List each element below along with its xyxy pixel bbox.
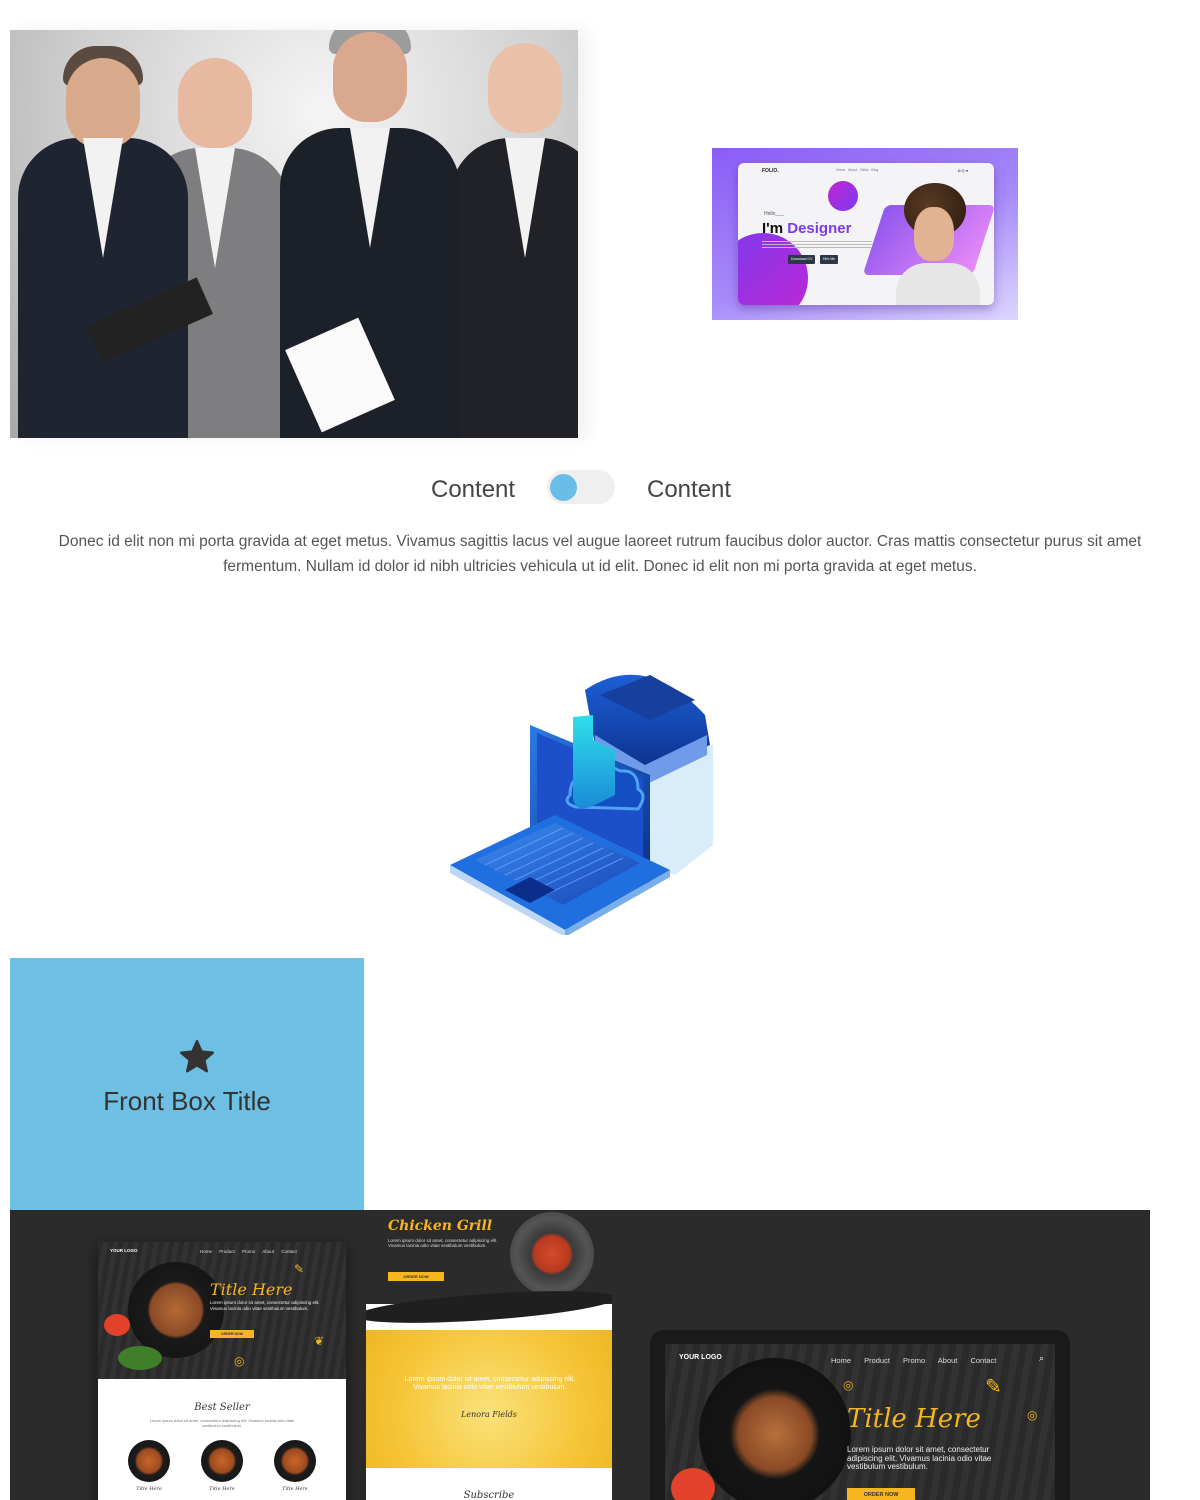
fb-signature: Lenora Fields (461, 1410, 517, 1419)
chicken-doodle-icon: ✎ (985, 1376, 1002, 1398)
toggle-left-label[interactable]: Content (431, 476, 515, 504)
fb-order-button: ORDER NOW (388, 1272, 444, 1281)
download-cv-button: Download CV (788, 255, 816, 264)
purple-circle (828, 181, 858, 211)
toggle-knob (550, 474, 577, 501)
dish-3-label: Title Here (282, 1486, 308, 1492)
toggle-right-label[interactable]: Content (647, 476, 731, 504)
fa-title: Title Here (210, 1280, 293, 1299)
body-paragraph: Donec id elit non mi porta gravida at eg… (58, 533, 1142, 575)
fb-yellow-text: Lorem ipsum dolor sit amet, consectetur … (404, 1376, 576, 1391)
dot-doodle-icon: ◎ (1027, 1408, 1038, 1422)
designer-logo: FOLIO. (762, 168, 779, 174)
search-icon: ⌕ (1039, 1353, 1045, 1363)
social-icons: ◘ ◎ ▾ (957, 168, 968, 173)
dish-2-label: Title Here (209, 1486, 235, 1492)
headline-prefix: I'm (762, 220, 788, 237)
tablet-order-button: ORDER NOW (847, 1488, 915, 1500)
fa-nav: Home Product Promo About Contact (200, 1249, 297, 1254)
team-photo (10, 30, 578, 438)
tablet-text: Lorem ipsum dolor sit amet, consectetur … (847, 1445, 992, 1471)
tablet-pepper (671, 1468, 715, 1500)
star-icon (179, 1039, 215, 1073)
tablet-mockup: YOUR LOGO Home Product Promo About Conta… (650, 1330, 1070, 1500)
dish-2 (201, 1440, 243, 1482)
spiral-doodle-icon: ◎ (843, 1378, 854, 1392)
dish-1-label: Title Here (136, 1486, 162, 1492)
tablet-title: Title Here (847, 1404, 981, 1434)
cloud-laptop-illustration (450, 674, 713, 935)
dish-1 (128, 1440, 170, 1482)
tablet-logo: YOUR LOGO (679, 1354, 722, 1361)
fa-hero: YOUR LOGO Home Product Promo About Conta… (98, 1242, 346, 1379)
content-toggle-row: Content Content (0, 470, 1200, 506)
tablet-pasta-plate (699, 1358, 851, 1500)
food-site-preview-a: YOUR LOGO Home Product Promo About Conta… (98, 1242, 346, 1500)
person-1 (18, 46, 188, 438)
flip-box-front[interactable]: Front Box Title (10, 958, 364, 1210)
tablet-nav: Home Product Promo About Contact (831, 1356, 997, 1365)
designer-card: FOLIO. Home About Skills Blog ◘ ◎ ▾ Hell… (738, 163, 994, 305)
pepper (104, 1314, 130, 1336)
designer-portrait (890, 183, 982, 305)
dish-3 (274, 1440, 316, 1482)
content-toggle-switch[interactable] (547, 470, 615, 504)
fb-title: Chicken Grill (388, 1218, 493, 1234)
greens (118, 1346, 162, 1370)
designer-portfolio-thumbnail: FOLIO. Home About Skills Blog ◘ ◎ ▾ Hell… (712, 148, 1018, 320)
headline-accent: Designer (787, 220, 852, 237)
food-template-showcase: YOUR LOGO Home Product Promo About Conta… (10, 1210, 1150, 1500)
designer-nav: Home About Skills Blog (836, 168, 879, 172)
hire-me-button: Hire Me (820, 255, 839, 264)
tablet-screen: YOUR LOGO Home Product Promo About Conta… (665, 1344, 1055, 1500)
meatball-bowl (510, 1212, 594, 1296)
designer-subtext (762, 241, 872, 249)
front-box-title: Front Box Title (103, 1086, 271, 1116)
fa-order-button: ORDER NOW (210, 1330, 254, 1338)
food-site-preview-b: Chicken Grill Lorem ipsum dolor sit amet… (366, 1210, 612, 1500)
designer-headline: I'm Designer (762, 220, 851, 237)
fa-best-seller-title: Best Seller (194, 1402, 250, 1413)
chicken-doodle-icon: ✎ (294, 1262, 305, 1276)
fa-best-seller-text: Lorem ipsum dolor sit amet, consectetur … (149, 1418, 295, 1428)
yellow-food-band (366, 1330, 612, 1468)
spiral-doodle-icon: ◎ (234, 1354, 245, 1368)
designer-hello: Hello___ (764, 211, 784, 217)
fa-logo: YOUR LOGO (110, 1248, 138, 1253)
fa-text: Lorem ipsum dolor sit amet, consectetur … (210, 1300, 320, 1311)
fb-subscribe: Subscribe (463, 1490, 515, 1500)
garlic-doodle-icon: ❦ (314, 1334, 325, 1348)
fb-text: Lorem ipsum dolor sit amet, consectetur … (388, 1238, 498, 1248)
person-4 (450, 30, 578, 438)
